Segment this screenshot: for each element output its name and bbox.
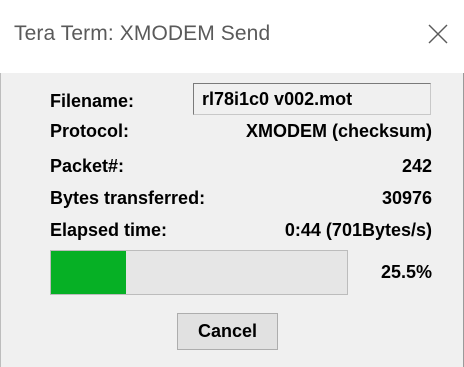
window-title: Tera Term: XMODEM Send — [14, 22, 271, 45]
close-button[interactable] — [424, 20, 452, 48]
progress-bar — [50, 250, 348, 295]
filename-value: rl78i1c0 v002.mot — [202, 89, 353, 109]
packet-value: 242 — [401, 156, 432, 176]
bytes-transferred-value: 30976 — [381, 188, 432, 208]
filename-label: Filename: — [50, 91, 135, 111]
packet-label: Packet#: — [50, 156, 125, 176]
cancel-button[interactable]: Cancel — [177, 313, 278, 350]
xmodem-send-dialog: Tera Term: XMODEM Send Filename: rl78i1c… — [0, 0, 464, 367]
bytes-transferred-label: Bytes transferred: — [50, 188, 206, 208]
progress-percent: 25.5% — [380, 262, 432, 282]
protocol-value: XMODEM (checksum) — [245, 121, 432, 141]
filename-field: rl78i1c0 v002.mot — [193, 83, 431, 115]
elapsed-time-label: Elapsed time: — [50, 220, 168, 240]
elapsed-time-value: 0:44 (701Bytes/s) — [284, 220, 432, 240]
close-icon — [428, 24, 448, 44]
protocol-label: Protocol: — [50, 121, 129, 141]
progress-bar-fill — [51, 251, 127, 294]
title-bar[interactable]: Tera Term: XMODEM Send — [0, 0, 464, 73]
